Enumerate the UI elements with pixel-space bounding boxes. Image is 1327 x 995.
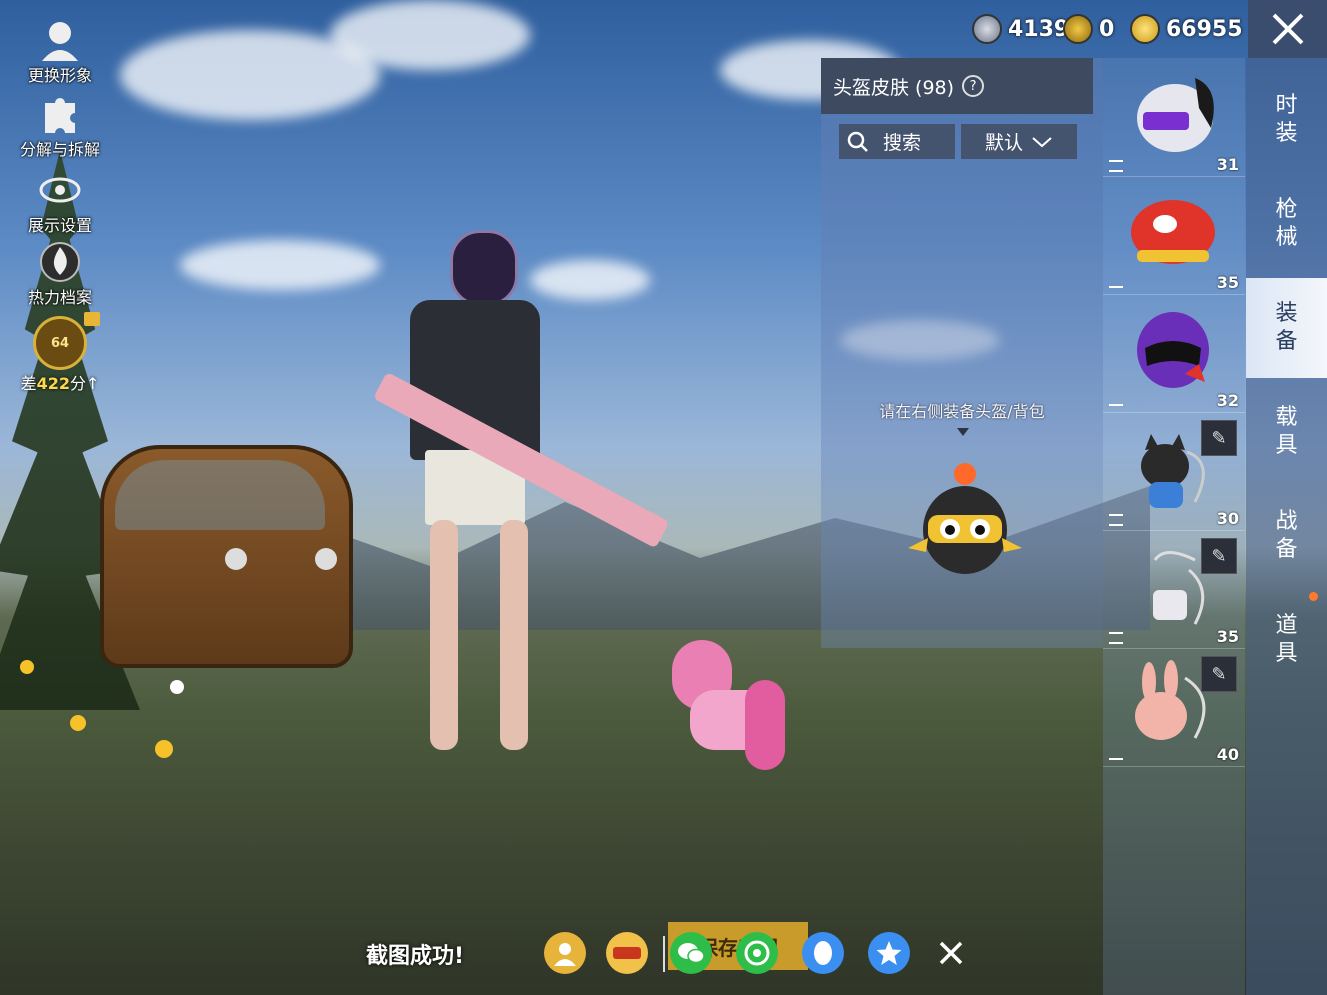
search-icon (847, 131, 868, 152)
tab-items-label: 道具 (1275, 613, 1298, 666)
item-list: 31 35 32 ✎ 30 ✎ 35 ✎ 40 (1103, 58, 1245, 995)
item-count: 31 (1216, 155, 1239, 174)
silver-coin-icon (972, 14, 1002, 44)
helmet-cyber-icon (1137, 78, 1214, 152)
owl-helmet-icon (908, 463, 1022, 574)
panel-title: 头盔皮肤 (98) (833, 76, 955, 99)
list-item[interactable]: ✎ 30 (1103, 412, 1245, 531)
chevron-down-icon (1032, 136, 1052, 147)
token-amount: 0 (1099, 16, 1115, 42)
share-friend-button[interactable] (544, 932, 586, 974)
close-icon (939, 941, 963, 965)
category-tabs: 时装 枪械 装备 载具 战备 道具 (1246, 58, 1327, 995)
helmet-purple-moto-icon (1137, 312, 1209, 388)
eye-icon (38, 168, 82, 212)
help-icon[interactable]: ? (962, 75, 985, 97)
rank-badge: 64 (33, 316, 87, 370)
qq-penguin-icon (814, 941, 832, 965)
tab-combat-gear[interactable]: 战备 (1246, 486, 1327, 586)
bp-amount: 66955 (1166, 16, 1243, 42)
panel-header: 头盔皮肤 (98) ? (821, 58, 1093, 114)
tab-combat-gear-label: 战备 (1275, 509, 1298, 562)
rank-points-text: 差422分↑ (14, 370, 106, 394)
bp-currency: 66955 (1130, 12, 1243, 46)
silver-currency: 4139 (972, 12, 1069, 46)
puzzle-icon (38, 92, 82, 136)
rank-prefix: 差 (20, 374, 37, 393)
rank-progress[interactable]: 64 差422分↑ (14, 312, 106, 394)
close-button[interactable] (1248, 0, 1327, 58)
change-avatar-button[interactable]: 更换形象 (14, 18, 106, 86)
helmet-red-fish-icon (1131, 200, 1215, 264)
rank-points: 422 (36, 374, 70, 393)
item-count: 30 (1216, 509, 1239, 528)
display-settings-button[interactable]: 展示设置 (14, 168, 106, 236)
list-item[interactable]: ✎ 40 (1103, 648, 1245, 767)
tab-vehicles-label: 载具 (1275, 405, 1298, 458)
sort-label: 默认 (984, 132, 1023, 154)
item-menu-icon (1109, 758, 1123, 760)
wechat-icon (678, 943, 705, 964)
list-item[interactable]: 32 (1103, 294, 1245, 413)
item-menu-icon (1109, 286, 1123, 288)
notification-dot (1309, 592, 1318, 601)
rank-suffix: 分↑ (70, 374, 100, 393)
flame-icon (38, 240, 82, 284)
edit-icon[interactable]: ✎ (1201, 538, 1237, 574)
screenshot-toast: 截图成功! (366, 944, 465, 969)
moments-icon (744, 940, 770, 966)
equip-hint: 请在右侧装备头盔/背包 (879, 402, 1045, 421)
search-label: 搜索 (883, 132, 922, 154)
search-button[interactable]: 搜索 (839, 124, 955, 159)
display-settings-label: 展示设置 (27, 216, 92, 235)
share-game-app-button[interactable] (606, 932, 648, 974)
preview-helmet (900, 460, 1030, 580)
item-menu-icon (1109, 632, 1123, 644)
list-item[interactable]: ✎ 35 (1103, 530, 1245, 649)
share-divider (663, 936, 665, 972)
edit-icon[interactable]: ✎ (1201, 420, 1237, 456)
item-menu-icon (1109, 160, 1123, 172)
heat-archive-button[interactable]: 热力档案 (14, 240, 106, 308)
close-icon (1272, 13, 1303, 45)
decompose-button[interactable]: 分解与拆解 (14, 92, 106, 160)
sort-dropdown[interactable]: 默认 (961, 124, 1077, 159)
tab-equipment[interactable]: 装备 (1246, 278, 1327, 378)
decompose-label: 分解与拆解 (19, 140, 100, 159)
item-menu-icon (1109, 514, 1123, 526)
tab-guns-label: 枪械 (1275, 197, 1298, 250)
share-moments-button[interactable] (736, 932, 778, 974)
item-count: 35 (1216, 627, 1239, 646)
item-count: 40 (1216, 745, 1239, 764)
gold-token-icon (1063, 14, 1093, 44)
star-icon (876, 941, 902, 965)
tab-items[interactable]: 道具 (1246, 590, 1327, 690)
share-close-button[interactable] (930, 932, 972, 974)
share-qq-button[interactable] (802, 932, 844, 974)
change-avatar-label: 更换形象 (27, 66, 92, 85)
tab-guns[interactable]: 枪械 (1246, 174, 1327, 274)
item-menu-icon (1109, 404, 1123, 406)
gift-icon (84, 312, 100, 326)
share-qzone-button[interactable] (868, 932, 910, 974)
silver-amount: 4139 (1008, 16, 1070, 42)
tab-equipment-label: 装备 (1275, 301, 1298, 354)
avatar-silhouette-icon (38, 18, 82, 62)
person-icon (554, 943, 576, 966)
bp-coin-icon (1130, 14, 1160, 44)
edit-icon[interactable]: ✎ (1201, 656, 1237, 692)
item-count: 32 (1216, 391, 1239, 410)
game-logo-icon (613, 947, 641, 959)
tab-fashion[interactable]: 时装 (1246, 70, 1327, 170)
tab-vehicles[interactable]: 载具 (1246, 382, 1327, 482)
list-item[interactable]: 31 (1103, 58, 1245, 177)
share-wechat-button[interactable] (670, 932, 712, 974)
heat-archive-label: 热力档案 (27, 288, 92, 307)
list-item[interactable]: 35 (1103, 176, 1245, 295)
item-count: 35 (1216, 273, 1239, 292)
hint-arrow-icon (957, 428, 969, 436)
tab-fashion-label: 时装 (1275, 93, 1298, 146)
token-currency: 0 (1063, 12, 1114, 46)
